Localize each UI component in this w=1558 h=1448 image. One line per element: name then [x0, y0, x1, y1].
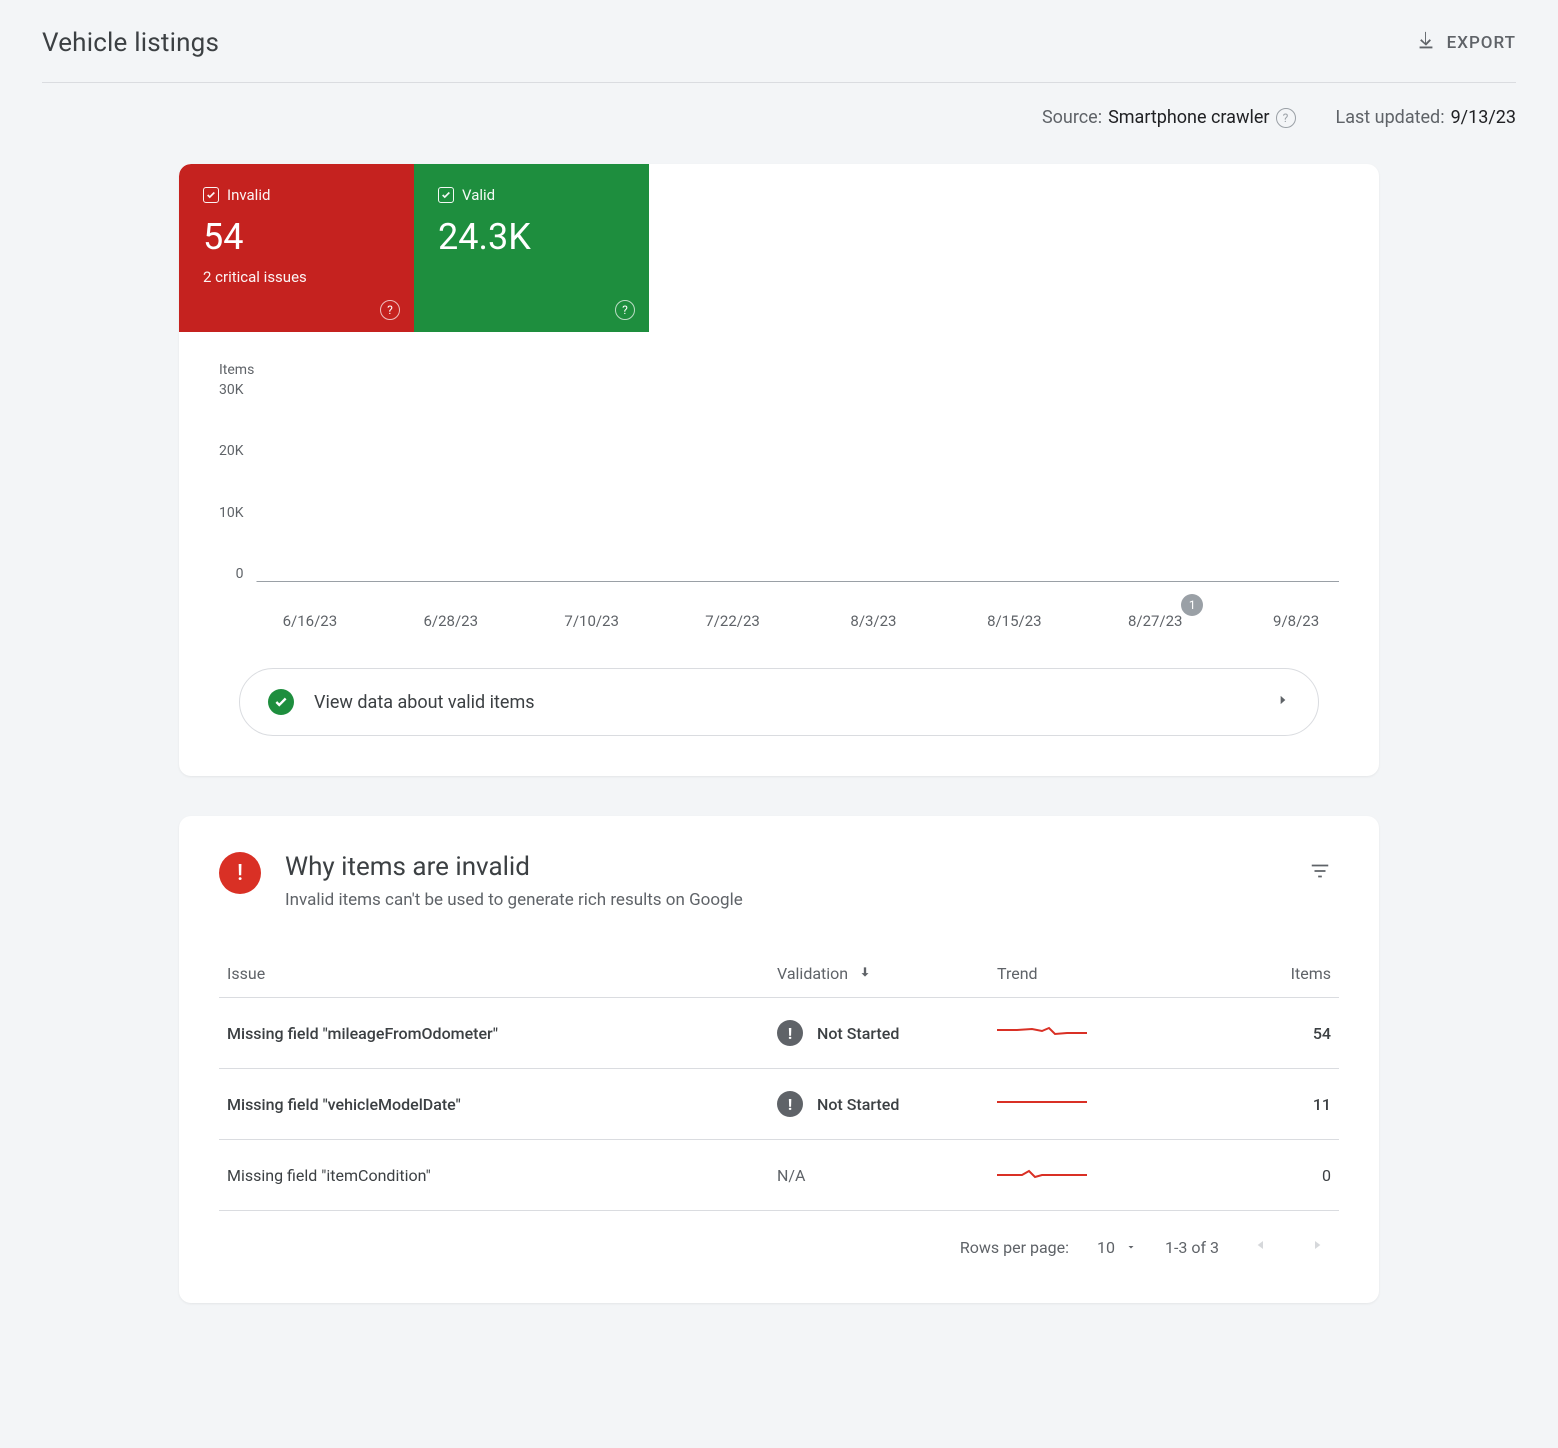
x-tick: 8/15/23: [987, 612, 1042, 630]
error-circle-icon: !: [777, 1020, 803, 1046]
error-badge-icon: !: [219, 852, 261, 894]
summary-card: Invalid 54 2 critical issues ? Valid 24.…: [179, 164, 1379, 776]
table-row[interactable]: Missing field "mileageFromOdometer"!Not …: [219, 998, 1339, 1069]
issues-table: Issue Validation Trend Items Missing fie…: [219, 950, 1339, 1211]
checkbox-icon: [203, 187, 219, 203]
rows-per-page-label: Rows per page:: [960, 1238, 1069, 1257]
x-tick: 9/8/23: [1273, 612, 1319, 630]
validation-cell: !Not Started: [769, 998, 989, 1069]
view-valid-button[interactable]: View data about valid items: [239, 668, 1319, 736]
x-tick: 8/3/23: [850, 612, 896, 630]
x-tick: 8/27/23: [1128, 612, 1183, 630]
updated-meta: Last updated: 9/13/23: [1336, 107, 1516, 128]
col-issue[interactable]: Issue: [219, 950, 769, 998]
issues-card: ! Why items are invalid Invalid items ca…: [179, 816, 1379, 1303]
issues-title: Why items are invalid: [285, 852, 743, 882]
x-tick: 7/10/23: [564, 612, 619, 630]
table-row[interactable]: Missing field "vehicleModelDate"!Not Sta…: [219, 1069, 1339, 1140]
invalid-count: 54: [203, 216, 390, 258]
x-tick: 7/22/23: [705, 612, 760, 630]
col-trend: Trend: [989, 950, 1229, 998]
help-icon[interactable]: ?: [1276, 108, 1296, 128]
check-circle-icon: [268, 689, 294, 715]
table-row[interactable]: Missing field "itemCondition"N/A 0: [219, 1140, 1339, 1211]
trend-cell: [989, 998, 1229, 1069]
items-cell: 54: [1229, 998, 1339, 1069]
sort-down-icon: [858, 964, 872, 983]
y-tick: 20K: [219, 443, 244, 459]
issue-cell: Missing field "mileageFromOdometer": [219, 998, 769, 1069]
items-cell: 0: [1229, 1140, 1339, 1211]
download-icon: [1415, 30, 1437, 57]
tile-invalid[interactable]: Invalid 54 2 critical issues ?: [179, 164, 414, 332]
valid-count: 24.3K: [438, 216, 625, 258]
y-axis-label: Items: [219, 362, 1339, 378]
y-tick: 0: [236, 566, 244, 582]
col-items[interactable]: Items: [1229, 950, 1339, 998]
page-title: Vehicle listings: [42, 28, 219, 58]
y-tick: 10K: [219, 505, 244, 521]
pager-prev[interactable]: [1247, 1231, 1275, 1263]
validation-cell: N/A: [769, 1140, 989, 1211]
rows-per-page-select[interactable]: 10: [1097, 1238, 1137, 1257]
export-label: EXPORT: [1447, 33, 1516, 53]
help-icon[interactable]: ?: [380, 300, 400, 320]
invalid-sub: 2 critical issues: [203, 268, 390, 286]
col-validation[interactable]: Validation: [769, 950, 989, 998]
export-button[interactable]: EXPORT: [1415, 30, 1516, 57]
checkbox-icon: [438, 187, 454, 203]
chevron-right-icon: [1276, 693, 1290, 711]
pager-range: 1-3 of 3: [1165, 1238, 1219, 1257]
issues-subtitle: Invalid items can't be used to generate …: [285, 890, 743, 910]
x-tick: 6/16/23: [283, 612, 338, 630]
tile-valid[interactable]: Valid 24.3K ?: [414, 164, 649, 332]
filter-button[interactable]: [1301, 852, 1339, 894]
view-valid-label: View data about valid items: [314, 692, 1256, 713]
trend-cell: [989, 1069, 1229, 1140]
error-circle-icon: !: [777, 1091, 803, 1117]
issue-cell: Missing field "itemCondition": [219, 1140, 769, 1211]
y-tick: 30K: [219, 382, 244, 398]
trend-cell: [989, 1140, 1229, 1211]
chevron-down-icon: [1125, 1241, 1137, 1253]
validation-cell: !Not Started: [769, 1069, 989, 1140]
issue-cell: Missing field "vehicleModelDate": [219, 1069, 769, 1140]
help-icon[interactable]: ?: [615, 300, 635, 320]
items-cell: 11: [1229, 1069, 1339, 1140]
pager-next[interactable]: [1303, 1231, 1331, 1263]
source-meta: Source: Smartphone crawler ?: [1042, 107, 1296, 128]
x-tick: 6/28/23: [424, 612, 479, 630]
